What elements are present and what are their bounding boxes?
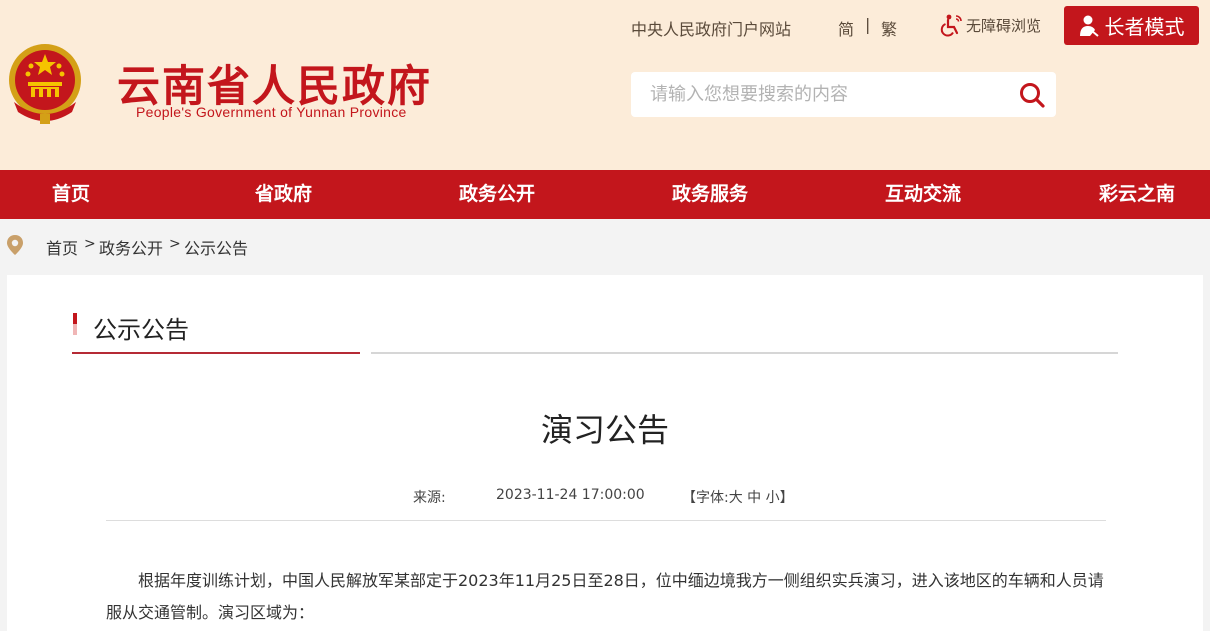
section-title: 公示公告 <box>93 316 189 344</box>
elder-mode-label: 长者模式 <box>1104 15 1185 39</box>
accessibility-icon <box>940 14 962 37</box>
nav-item-interaction[interactable]: 互动交流 <box>885 170 961 219</box>
search-icon[interactable] <box>1018 81 1046 109</box>
section-underline-active <box>72 352 360 354</box>
section-divider <box>371 352 1118 354</box>
breadcrumb-separator: > <box>169 236 181 252</box>
location-pin-icon <box>7 235 23 255</box>
search-box <box>631 72 1056 117</box>
font-size-control: 【字体:大 中 小】 <box>682 487 794 507</box>
nav-item-colorful-yunnan[interactable]: 彩云之南 <box>1099 170 1175 219</box>
lang-separator: | <box>865 15 871 34</box>
font-size-prefix: 【字体: <box>682 490 729 506</box>
font-large-button[interactable]: 大 <box>729 490 743 506</box>
central-gov-link[interactable]: 中央人民政府门户网站 <box>631 16 791 40</box>
elder-person-icon <box>1079 15 1099 37</box>
breadcrumb-separator: > <box>84 236 96 252</box>
simplified-chinese-link[interactable]: 简 <box>838 16 854 40</box>
breadcrumb-home[interactable]: 首页 <box>46 235 78 259</box>
nav-item-gov-affairs-open[interactable]: 政务公开 <box>459 170 535 219</box>
article-date: 2023-11-24 17:00:00 <box>496 487 645 503</box>
site-header: 云南省人民政府 People's Government of Yunnan Pr… <box>0 0 1210 170</box>
breadcrumb-announcements[interactable]: 公示公告 <box>184 235 248 259</box>
section-marker <box>73 313 77 335</box>
nav-item-provincial-gov[interactable]: 省政府 <box>255 170 312 219</box>
search-input[interactable] <box>631 72 1001 117</box>
accessibility-label: 无障碍浏览 <box>966 16 1042 35</box>
nav-item-home[interactable]: 首页 <box>52 170 90 219</box>
article-source-label: 来源: <box>413 490 446 506</box>
traditional-chinese-link[interactable]: 繁 <box>881 16 897 40</box>
font-medium-button[interactable]: 中 <box>747 490 761 506</box>
article-body: 根据年度训练计划，中国人民解放军某部定于2023年11月25日至28日，位中缅边… <box>106 571 1104 622</box>
breadcrumb: 首页 > 政务公开 > 公示公告 <box>0 219 1210 275</box>
font-small-button[interactable]: 小 <box>766 490 780 506</box>
national-emblem-icon <box>9 44 81 124</box>
breadcrumb-gov-affairs-open[interactable]: 政务公开 <box>99 235 163 259</box>
accessibility-link[interactable]: 无障碍浏览 <box>940 13 1041 37</box>
font-size-suffix: 】 <box>779 490 794 506</box>
elder-mode-button[interactable]: 长者模式 <box>1064 6 1199 45</box>
article-title: 演习公告 <box>540 411 669 449</box>
nav-item-gov-services[interactable]: 政务服务 <box>672 170 748 219</box>
site-subtitle: People's Government of Yunnan Province <box>136 104 407 120</box>
main-content: 公示公告 演习公告 来源: 2023-11-24 17:00:00 【字体:大 … <box>7 275 1203 631</box>
main-nav: 首页 省政府 政务公开 政务服务 互动交流 彩云之南 <box>0 170 1210 219</box>
article-divider <box>106 520 1106 521</box>
